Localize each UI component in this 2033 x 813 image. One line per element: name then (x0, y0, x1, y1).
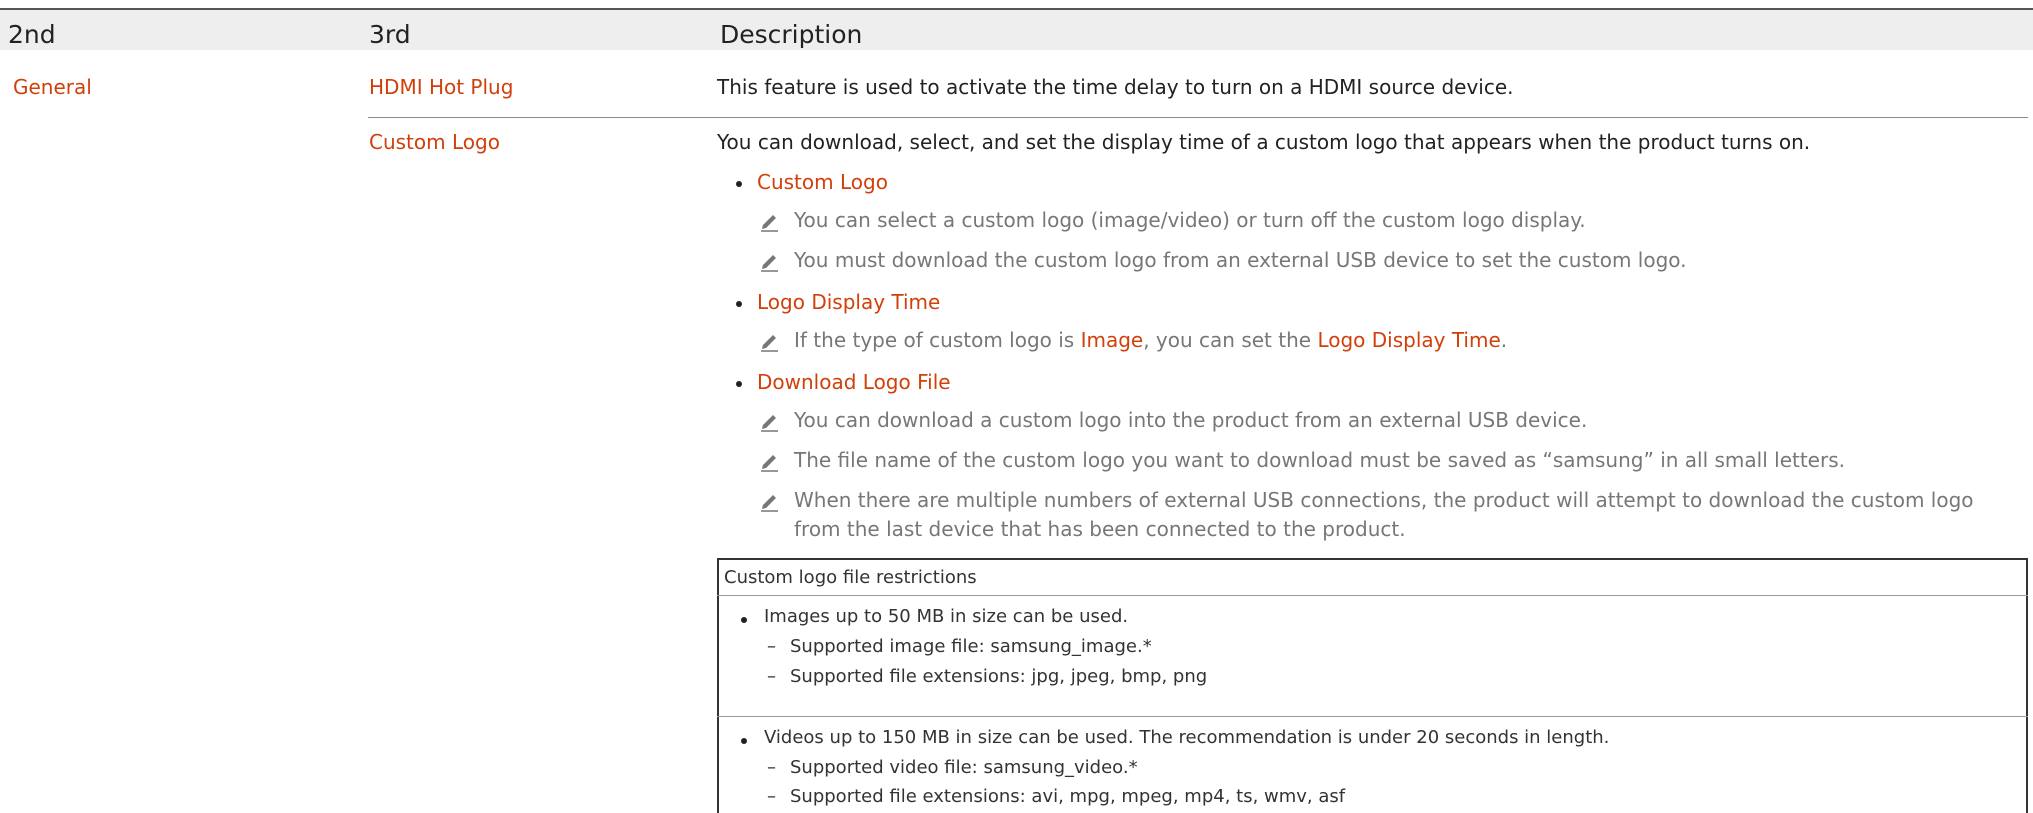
note-mid: , you can set the (1143, 328, 1318, 352)
pencil-icon (761, 455, 778, 472)
videos-sub-extensions: Supported file extensions: avi, mpg, mpe… (790, 786, 1346, 807)
category-general[interactable]: General (13, 75, 92, 99)
custom-logo-intro: You can download, select, and set the di… (717, 130, 1811, 154)
header-2nd: 2nd (8, 20, 56, 49)
pencil-icon (761, 335, 778, 352)
restrictions-title: Custom logo file restrictions (724, 567, 977, 588)
bullet-logo-display-time[interactable]: Logo Display Time (757, 290, 940, 314)
videos-restriction: Videos up to 150 MB in size can be used.… (764, 727, 1610, 748)
bullet-download-logo-file[interactable]: Download Logo File (757, 370, 951, 394)
videos-sub-file: Supported video file: samsung_video.* (790, 757, 1138, 778)
item-hdmi-hot-plug[interactable]: HDMI Hot Plug (369, 75, 513, 99)
restrictions-divider (717, 716, 2028, 717)
dash: – (767, 666, 776, 687)
hdmi-hot-plug-description: This feature is used to activate the tim… (717, 75, 1514, 99)
table-header (0, 8, 2033, 50)
bullet-dot (741, 738, 747, 744)
note-text: You can select a custom logo (image/vide… (794, 208, 1586, 232)
bullet-dot (736, 301, 742, 307)
header-3rd: 3rd (369, 20, 411, 49)
restrictions-title-divider (717, 595, 2028, 596)
note-text: You can download a custom logo into the … (794, 408, 1588, 432)
pencil-icon (761, 215, 778, 232)
term-logo-display-time: Logo Display Time (1317, 328, 1501, 352)
note-pre: If the type of custom logo is (794, 328, 1081, 352)
note-post: . (1500, 328, 1508, 352)
note-text: You must download the custom logo from a… (794, 248, 1687, 272)
images-restriction: Images up to 50 MB in size can be used. (764, 606, 1129, 627)
pencil-icon (761, 415, 778, 432)
note-text: When there are multiple numbers of exter… (794, 488, 1974, 512)
dash: – (767, 757, 776, 778)
header-description: Description (720, 20, 863, 49)
bullet-custom-logo[interactable]: Custom Logo (757, 170, 888, 194)
note-text-continued: from the last device that has been conne… (794, 517, 1406, 541)
note-text: If the type of custom logo is Image, you… (794, 328, 1507, 352)
row-divider (368, 117, 2028, 118)
note-text: The file name of the custom logo you wan… (794, 448, 1845, 472)
bullet-dot (736, 181, 742, 187)
images-sub-extensions: Supported file extensions: jpg, jpeg, bm… (790, 666, 1208, 687)
pencil-icon (761, 495, 778, 512)
pencil-icon (761, 255, 778, 272)
dash: – (767, 636, 776, 657)
bullet-dot (736, 381, 742, 387)
images-sub-file: Supported image file: samsung_image.* (790, 636, 1152, 657)
bullet-dot (741, 617, 747, 623)
item-custom-logo[interactable]: Custom Logo (369, 130, 500, 154)
term-image: Image (1080, 328, 1144, 352)
dash: – (767, 786, 776, 807)
